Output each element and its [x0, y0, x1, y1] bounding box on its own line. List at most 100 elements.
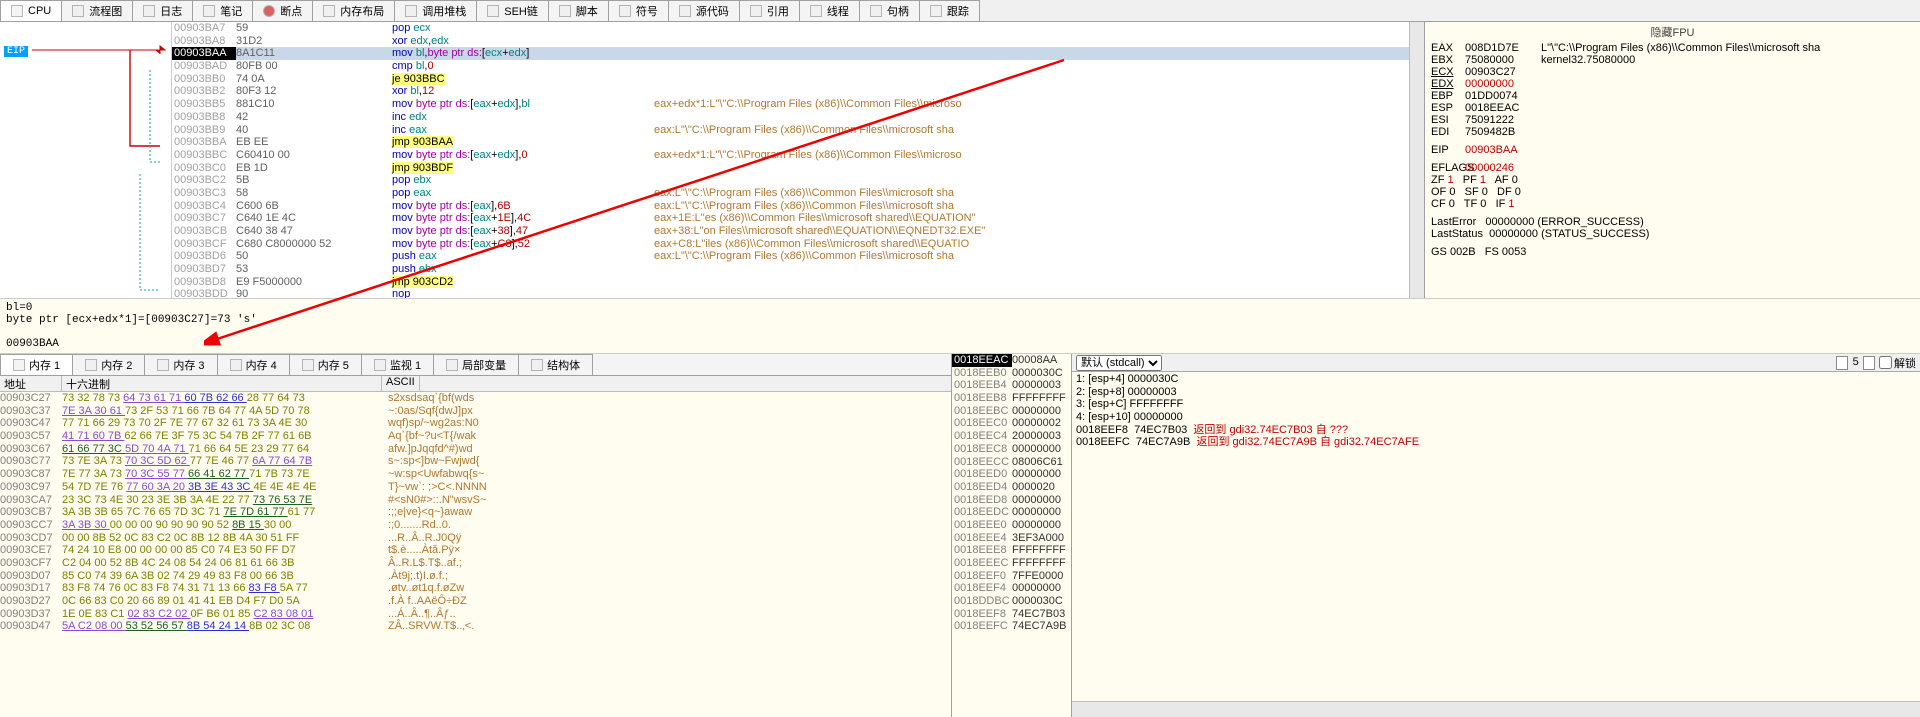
disasm-row[interactable]: 00903BCFC680 C8000000 52mov byte ptr ds:…: [172, 238, 1424, 251]
disasm-row[interactable]: 00903BDD90nop: [172, 288, 1424, 298]
tab-script[interactable]: 脚本: [548, 0, 609, 21]
stack-row[interactable]: 0018EEF07FFE0000: [952, 570, 1071, 583]
memory-row[interactable]: 00903CF7C2 04 00 52 8B 4C 24 08 54 24 06…: [0, 557, 951, 570]
stack-row[interactable]: 0018DDBC0000030C: [952, 595, 1071, 608]
memory-row[interactable]: 00903C6761 66 77 3C 5D 70 4A 71 71 66 64…: [0, 443, 951, 456]
watch-tab-1[interactable]: 监视 1: [361, 354, 434, 375]
tab-cpu[interactable]: CPU: [0, 0, 62, 21]
memory-row[interactable]: 00903C877E 77 3A 73 70 3C 55 77 66 41 62…: [0, 468, 951, 481]
disasm-row[interactable]: 00903BD753push ebx: [172, 263, 1424, 276]
disasm-row[interactable]: 00903BC358pop eaxeax:L"\"C:\\Program Fil…: [172, 187, 1424, 200]
memory-row[interactable]: 00903D0785 C0 74 39 6A 3B 02 74 29 49 83…: [0, 570, 951, 583]
stack-row[interactable]: 0018EEBC00000000: [952, 405, 1071, 418]
memory-dump[interactable]: 00903C2773 32 78 73 64 73 61 71 60 7B 62…: [0, 392, 951, 717]
stack-row[interactable]: 0018EEE43EF3A000: [952, 532, 1071, 545]
stack-row[interactable]: 0018EEF400000000: [952, 582, 1071, 595]
stack-row[interactable]: 0018EEFC74EC7A9B: [952, 620, 1071, 633]
disasm-row[interactable]: 00903BCBC640 38 47mov byte ptr ds:[eax+3…: [172, 225, 1424, 238]
stack-row[interactable]: 0018EEE8FFFFFFFF: [952, 544, 1071, 557]
memory-row[interactable]: 00903C9754 7D 7E 76 77 60 3A 20 3B 3E 43…: [0, 481, 951, 494]
stack-row[interactable]: 0018EED000000000: [952, 468, 1071, 481]
disasm-row[interactable]: 00903BC7C640 1E 4Cmov byte ptr ds:[eax+1…: [172, 212, 1424, 225]
disasm-row[interactable]: 00903BA759pop ecx: [172, 22, 1424, 35]
register-row[interactable]: EDX00000000: [1431, 78, 1914, 90]
locals-tab[interactable]: 局部变量: [433, 354, 519, 375]
disasm-row[interactable]: 00903BAD80FB 00cmp bl,0: [172, 60, 1424, 73]
memory-row[interactable]: 00903CE774 24 10 E8 00 00 00 00 85 C0 74…: [0, 544, 951, 557]
disasm-row[interactable]: 00903BBCC60410 00mov byte ptr ds:[eax+ed…: [172, 149, 1424, 162]
mem-tab-4[interactable]: 内存 4: [217, 354, 290, 375]
tab-symbols[interactable]: 符号: [608, 0, 669, 21]
memory-row[interactable]: 00903C2773 32 78 73 64 73 61 71 60 7B 62…: [0, 392, 951, 405]
stack-row[interactable]: 0018EED40000020: [952, 481, 1071, 494]
stack-arg-row[interactable]: 3: [esp+C] FFFFFFFF: [1076, 398, 1916, 411]
disasm-row[interactable]: 00903BB5881C10mov byte ptr ds:[eax+edx],…: [172, 98, 1424, 111]
register-row[interactable]: ECX00903C27: [1431, 66, 1914, 78]
stack-arg-row[interactable]: 2: [esp+8] 00000003: [1076, 386, 1916, 399]
stack-row[interactable]: 0018EEAC00008AA: [952, 354, 1071, 367]
stack-row[interactable]: 0018EEF874EC7B03: [952, 608, 1071, 621]
stack-arg-row[interactable]: 4: [esp+10] 00000000: [1076, 411, 1916, 424]
disasm-row[interactable]: 00903BC25Bpop ebx: [172, 174, 1424, 187]
disasm-row[interactable]: 00903BAA8A1C11mov bl,byte ptr ds:[ecx+ed…: [172, 47, 1424, 60]
register-row[interactable]: EAX008D1D7EL"\"C:\\Program Files (x86)\\…: [1431, 42, 1914, 54]
memory-row[interactable]: 00903D371E 0E 83 C1 02 83 C2 02 0F B6 01…: [0, 608, 951, 621]
struct-tab[interactable]: 结构体: [518, 354, 593, 375]
stack-row[interactable]: 0018EECC08006C61: [952, 456, 1071, 469]
memory-row[interactable]: 00903C7773 7E 3A 73 70 3C 5D 62 77 7E 46…: [0, 455, 951, 468]
memory-row[interactable]: 00903D1783 F8 74 76 0C 83 F8 74 31 71 13…: [0, 582, 951, 595]
tab-notes[interactable]: 笔记: [192, 0, 253, 21]
disasm-row[interactable]: 00903BB280F3 12xor bl,12: [172, 85, 1424, 98]
mem-tab-1[interactable]: 内存 1: [0, 354, 73, 375]
stack-row[interactable]: 0018EEB00000030C: [952, 367, 1071, 380]
disasm-row[interactable]: 00903BD650push eaxeax:L"\"C:\\Program Fi…: [172, 250, 1424, 263]
disasm-row[interactable]: 00903BD8E9 F5000000jmp 903CD2: [172, 276, 1424, 289]
lock-checkbox[interactable]: 解锁: [1879, 355, 1916, 371]
memory-row[interactable]: 00903CB73A 3B 3B 65 7C 76 65 7D 3C 71 7E…: [0, 506, 951, 519]
stack-row[interactable]: 0018EEC800000000: [952, 443, 1071, 456]
disasm-row[interactable]: 00903BB074 0Aje 903BBC: [172, 73, 1424, 86]
register-row[interactable]: ESI75091222: [1431, 114, 1914, 126]
stack-row[interactable]: 0018EEC420000003: [952, 430, 1071, 443]
horizontal-scrollbar[interactable]: [1072, 701, 1920, 717]
stack-args[interactable]: 1: [esp+4] 0000030C2: [esp+8] 000000033:…: [1072, 372, 1920, 701]
tab-log[interactable]: 日志: [132, 0, 193, 21]
disasm-row[interactable]: 00903BA831D2xor edx,edx: [172, 35, 1424, 48]
mem-tab-2[interactable]: 内存 2: [72, 354, 145, 375]
register-row[interactable]: EBP01DD0074: [1431, 90, 1914, 102]
disasm-row[interactable]: 00903BC0EB 1Djmp 903BDF: [172, 162, 1424, 175]
tab-handles[interactable]: 句柄: [859, 0, 920, 21]
stack-row[interactable]: 0018EEE000000000: [952, 519, 1071, 532]
memory-row[interactable]: 00903C4777 71 66 29 73 70 2F 7E 77 67 32…: [0, 417, 951, 430]
callconv-select[interactable]: 默认 (stdcall): [1076, 355, 1162, 371]
stack-arg-row[interactable]: 1: [esp+4] 0000030C: [1076, 373, 1916, 386]
disassembly-view[interactable]: 00903BA759pop ecx00903BA831D2xor edx,edx…: [172, 22, 1424, 298]
tab-trace[interactable]: 跟踪: [919, 0, 980, 21]
tab-flowchart[interactable]: 流程图: [61, 0, 133, 21]
stack-row[interactable]: 0018EED800000000: [952, 494, 1071, 507]
stack-view[interactable]: 0018EEAC00008AA0018EEB00000030C0018EEB40…: [952, 354, 1072, 717]
stack-row[interactable]: 0018EEECFFFFFFFF: [952, 557, 1071, 570]
stack-row[interactable]: 0018EEDC00000000: [952, 506, 1071, 519]
tab-memlayout[interactable]: 内存布局: [312, 0, 395, 21]
disasm-row[interactable]: 00903BBAEB EEjmp 903BAA: [172, 136, 1424, 149]
tab-breakpoints[interactable]: 断点: [252, 0, 313, 21]
tab-callstack[interactable]: 调用堆栈: [394, 0, 477, 21]
disasm-row[interactable]: 00903BB940inc eaxeax:L"\"C:\\Program Fil…: [172, 124, 1424, 137]
stack-row[interactable]: 0018EEC000000002: [952, 417, 1071, 430]
tab-seh[interactable]: SEH链: [476, 0, 549, 21]
spin-down[interactable]: [1836, 356, 1848, 370]
mem-tab-5[interactable]: 内存 5: [289, 354, 362, 375]
memory-row[interactable]: 00903C5741 71 60 7B 62 66 7E 3F 75 3C 54…: [0, 430, 951, 443]
tab-threads[interactable]: 线程: [799, 0, 860, 21]
memory-row[interactable]: 00903CC73A 3B 30 00 00 00 90 90 90 90 52…: [0, 519, 951, 532]
memory-row[interactable]: 00903C377E 3A 30 61 73 2F 53 71 66 7B 64…: [0, 405, 951, 418]
register-row[interactable]: EDI7509482B: [1431, 126, 1914, 138]
stack-row[interactable]: 0018EEB8FFFFFFFF: [952, 392, 1071, 405]
tab-references[interactable]: 引用: [739, 0, 800, 21]
disasm-row[interactable]: 00903BB842inc edx: [172, 111, 1424, 124]
register-row[interactable]: ESP0018EEAC: [1431, 102, 1914, 114]
tab-source[interactable]: 源代码: [668, 0, 740, 21]
register-row[interactable]: EBX75080000kernel32.75080000: [1431, 54, 1914, 66]
memory-row[interactable]: 00903CD700 00 8B 52 0C 83 C2 0C 8B 12 8B…: [0, 532, 951, 545]
